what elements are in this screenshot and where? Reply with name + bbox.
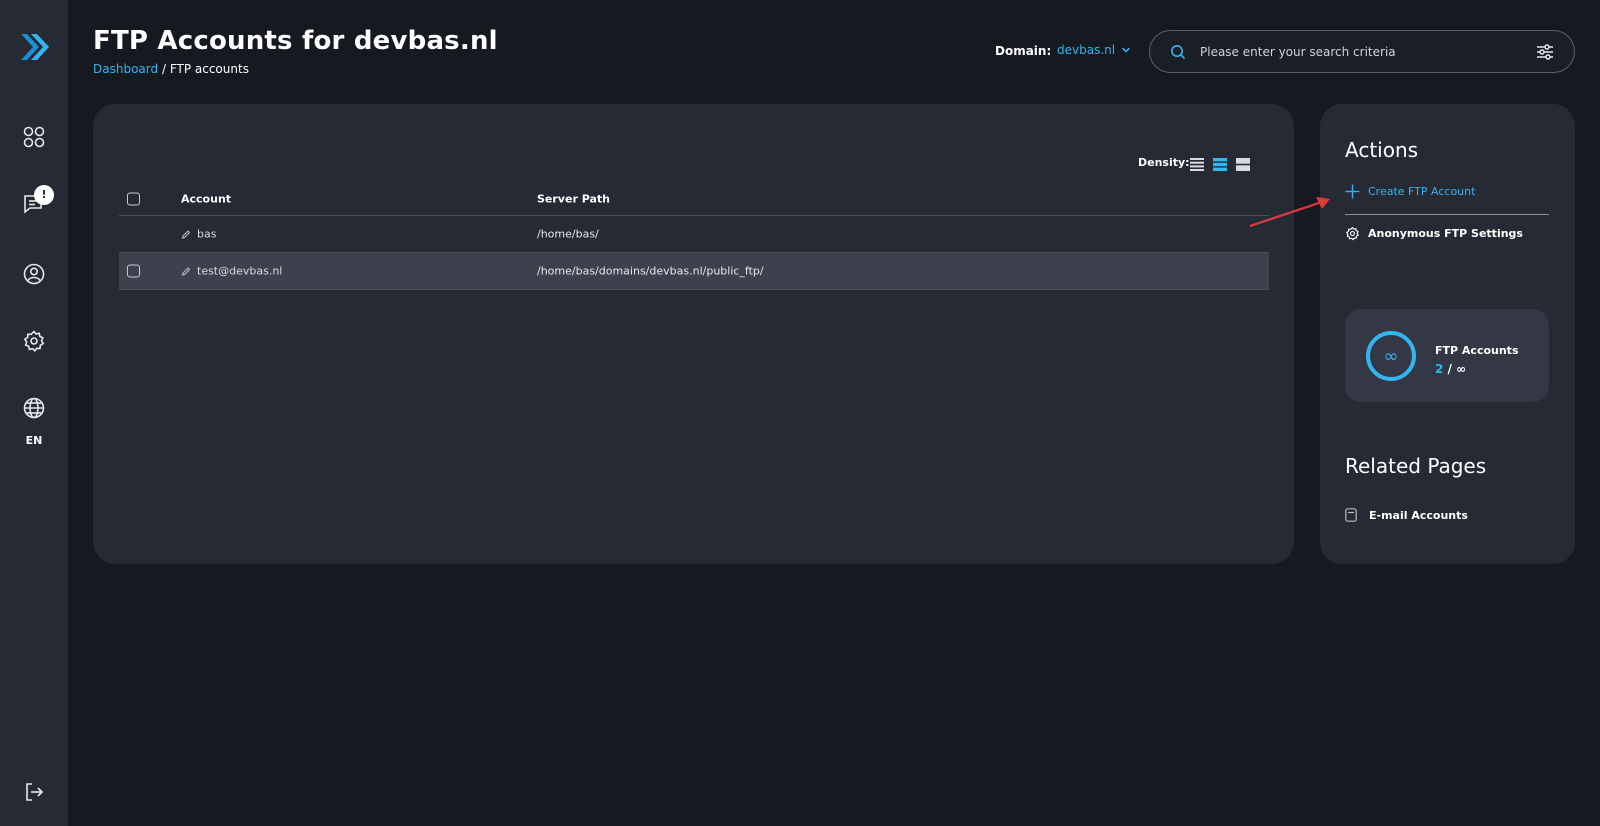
server-path-cell: /home/bas/ [537, 227, 599, 241]
breadcrumb-current: FTP accounts [169, 62, 249, 76]
table-header-row: Account Server Path [119, 182, 1269, 216]
logo-icon[interactable] [18, 30, 50, 64]
anonymous-ftp-settings-label: Anonymous FTP Settings [1368, 227, 1523, 240]
side-panel: Actions Create FTP Account Anonymous FTP… [1320, 104, 1575, 564]
usage-separator: / [1447, 362, 1452, 376]
usage-value: 2 / ∞ [1435, 362, 1466, 376]
pencil-icon[interactable] [181, 229, 191, 239]
anonymous-ftp-settings-button[interactable]: Anonymous FTP Settings [1345, 226, 1523, 241]
breadcrumb-separator: / [161, 62, 166, 76]
column-header-server-path[interactable]: Server Path [537, 192, 610, 205]
domain-value: devbas.nl [1057, 43, 1116, 57]
usage-used: 2 [1435, 362, 1444, 376]
actions-heading: Actions [1345, 138, 1419, 162]
page-title: FTP Accounts for devbas.nl [93, 26, 498, 56]
page-icon [1345, 508, 1357, 522]
search-bar [1149, 30, 1575, 73]
account-name: test@devbas.nl [197, 264, 283, 278]
table-row[interactable]: test@devbas.nl /home/bas/domains/devbas.… [119, 253, 1269, 290]
create-ftp-account-button[interactable]: Create FTP Account [1345, 184, 1475, 199]
column-header-account[interactable]: Account [181, 192, 231, 205]
notification-badge: ! [34, 185, 54, 205]
density-compact-icon[interactable] [1190, 156, 1204, 171]
logout-icon[interactable] [22, 780, 46, 804]
sidebar: ! EN [0, 0, 68, 826]
select-all-checkbox[interactable] [127, 192, 140, 205]
density-comfortable-icon[interactable] [1236, 156, 1250, 171]
user-icon[interactable] [22, 262, 46, 286]
search-icon [1171, 45, 1186, 60]
account-name: bas [197, 227, 217, 241]
breadcrumb: Dashboard / FTP accounts [93, 62, 249, 76]
infinity-icon: ∞ [1383, 345, 1399, 367]
account-cell[interactable]: bas [181, 228, 216, 241]
account-cell[interactable]: test@devbas.nl [181, 265, 282, 278]
pencil-icon[interactable] [181, 266, 191, 276]
ftp-accounts-card: Density: Account Server Path bas /home/b… [93, 104, 1294, 564]
usage-limit: ∞ [1456, 362, 1467, 376]
ftp-accounts-table: Account Server Path bas /home/bas/ test@… [119, 182, 1269, 290]
table-row[interactable]: bas /home/bas/ [119, 216, 1269, 253]
chevron-down-icon [1122, 47, 1131, 53]
gear-icon [1345, 226, 1360, 241]
related-pages-heading: Related Pages [1345, 454, 1487, 478]
domain-label: Domain: [995, 44, 1052, 58]
row-checkbox[interactable] [127, 264, 140, 278]
breadcrumb-dashboard-link[interactable]: Dashboard [93, 62, 158, 76]
search-input[interactable] [1200, 41, 1520, 63]
usage-label: FTP Accounts [1435, 344, 1519, 357]
usage-ring: ∞ [1366, 331, 1416, 381]
density-normal-icon[interactable] [1213, 156, 1227, 171]
language-selector[interactable]: EN [0, 434, 68, 447]
plus-icon [1345, 184, 1360, 199]
domain-select[interactable]: devbas.nl [1057, 43, 1131, 57]
server-path-cell: /home/bas/domains/devbas.nl/public_ftp/ [537, 264, 764, 278]
ftp-accounts-usage-card: ∞ FTP Accounts 2 / ∞ [1345, 309, 1549, 402]
filter-sliders-icon[interactable] [1536, 43, 1554, 61]
create-ftp-account-label: Create FTP Account [1368, 185, 1476, 198]
dashboard-icon[interactable] [22, 125, 46, 149]
email-accounts-link[interactable]: E-mail Accounts [1345, 508, 1468, 522]
density-label: Density: [1138, 156, 1190, 169]
email-accounts-label: E-mail Accounts [1369, 508, 1468, 522]
globe-icon[interactable] [22, 396, 46, 420]
settings-icon[interactable] [22, 329, 46, 353]
actions-divider [1345, 214, 1549, 215]
